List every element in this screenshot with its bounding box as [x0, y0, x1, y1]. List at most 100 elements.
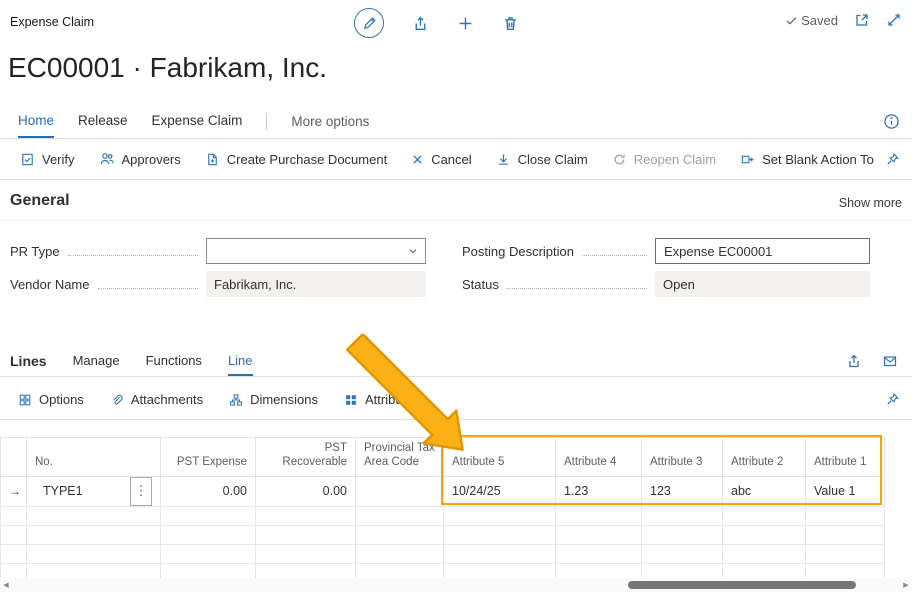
lines-tab-manage[interactable]: Manage	[73, 346, 120, 376]
grid-cell[interactable]: 1.23	[556, 476, 642, 506]
tab-release[interactable]: Release	[78, 105, 128, 138]
share-icon[interactable]	[412, 15, 429, 32]
grid-cell[interactable]	[642, 544, 723, 563]
action-cancel[interactable]: Cancel	[411, 152, 471, 167]
grid-cell[interactable]	[723, 544, 806, 563]
grid-cell[interactable]	[556, 525, 642, 544]
column-header[interactable]: Attribute 4	[556, 438, 642, 477]
lines-tab-functions-label: Functions	[146, 353, 202, 368]
new-document-icon[interactable]	[457, 15, 474, 32]
grid-cell[interactable]	[256, 544, 356, 563]
grid-cell[interactable]: 10/24/25	[444, 476, 556, 506]
column-header[interactable]: Attribute 2	[723, 438, 806, 477]
tab-home[interactable]: Home	[18, 105, 54, 138]
row-more-options-button[interactable]: ⋮	[130, 477, 152, 506]
pin-icon[interactable]	[885, 139, 900, 179]
scroll-right-arrow-icon[interactable]: ▶	[900, 578, 912, 592]
grid-cell[interactable]	[806, 506, 885, 525]
edit-button[interactable]	[354, 8, 384, 38]
grid-cell[interactable]	[356, 525, 444, 544]
open-in-new-window-icon[interactable]	[854, 12, 870, 28]
toolbar-options[interactable]: Options	[18, 392, 84, 407]
action-approvers[interactable]: Approvers	[99, 151, 181, 167]
grid-cell[interactable]	[806, 525, 885, 544]
action-create-purchase-document[interactable]: Create Purchase Document	[205, 152, 387, 167]
grid-cell[interactable]	[723, 525, 806, 544]
grid-cell[interactable]	[444, 506, 556, 525]
grid-cell[interactable]	[27, 506, 161, 525]
dotted-leader	[507, 287, 647, 289]
grid-cell[interactable]	[723, 506, 806, 525]
status-value-box[interactable]: Open	[655, 271, 870, 297]
grid-cell[interactable]	[27, 525, 161, 544]
posting-description-input[interactable]: Expense EC00001	[655, 238, 870, 264]
grid-cell[interactable]	[556, 544, 642, 563]
show-more-link[interactable]: Show more	[839, 196, 902, 210]
page-title: EC00001 · Fabrikam, Inc.	[8, 52, 327, 84]
toolbar-attributes[interactable]: Attributes	[344, 392, 420, 407]
grid-cell[interactable]	[161, 525, 256, 544]
column-header[interactable]: PST Expense	[161, 438, 256, 477]
grid-cell[interactable]	[356, 544, 444, 563]
info-icon[interactable]	[883, 113, 900, 130]
grid-cell[interactable]	[256, 525, 356, 544]
more-options-label: More options	[291, 114, 369, 129]
grid-empty-row[interactable]	[1, 506, 885, 525]
grid-cell[interactable]	[642, 506, 723, 525]
column-header[interactable]: Attribute 3	[642, 438, 723, 477]
top-bar: Expense Claim Saved	[0, 0, 912, 46]
action-create-purchase-document-label: Create Purchase Document	[227, 152, 387, 167]
toolbar-attachments[interactable]: Attachments	[110, 392, 203, 407]
grid-cell[interactable]	[356, 476, 444, 506]
grid-cell[interactable]	[161, 544, 256, 563]
grid-cell[interactable]	[444, 525, 556, 544]
column-header[interactable]: Attribute 5	[444, 438, 556, 477]
pr-type-combobox[interactable]	[206, 238, 426, 264]
check-icon	[785, 14, 798, 27]
grid-cell[interactable]	[444, 544, 556, 563]
vendor-name-value-box[interactable]: Fabrikam, Inc.	[206, 271, 426, 297]
scroll-left-arrow-icon[interactable]: ◀	[0, 578, 12, 592]
horizontal-scrollbar[interactable]: ◀ ▶	[0, 578, 912, 592]
page-caption: Expense Claim	[10, 15, 94, 29]
grid-cell[interactable]	[1, 544, 27, 563]
action-set-blank-action-to[interactable]: Set Blank Action To	[740, 152, 874, 167]
lines-tab-functions[interactable]: Functions	[146, 346, 202, 376]
field-posting-description: Posting Description Expense EC00001	[462, 238, 870, 264]
grid-cell[interactable]	[256, 506, 356, 525]
column-header[interactable]: No.	[27, 438, 161, 477]
expand-icon[interactable]	[886, 12, 902, 28]
column-header[interactable]: PST Recoverable	[256, 438, 356, 477]
grid-cell[interactable]	[1, 506, 27, 525]
grid-cell[interactable]	[27, 544, 161, 563]
grid-cell[interactable]: Value 1	[806, 476, 885, 506]
grid-empty-row[interactable]	[1, 544, 885, 563]
lines-tab-line[interactable]: Line	[228, 346, 253, 376]
dimensions-icon	[229, 393, 243, 407]
grid-cell[interactable]	[161, 506, 256, 525]
email-icon[interactable]	[882, 353, 898, 369]
more-options-button[interactable]: More options	[291, 105, 369, 138]
share-icon[interactable]	[846, 353, 862, 369]
column-header[interactable]: Attribute 1	[806, 438, 885, 477]
grid-cell[interactable]	[642, 525, 723, 544]
grid-cell-no[interactable]: TYPE1 ⋮	[27, 476, 161, 506]
action-close-claim[interactable]: Close Claim	[496, 152, 588, 167]
column-header[interactable]: Provincial Tax Area Code	[356, 438, 444, 477]
grid-empty-row[interactable]	[1, 525, 885, 544]
pin-icon[interactable]	[885, 380, 900, 419]
grid-cell[interactable]	[806, 544, 885, 563]
grid-cell[interactable]	[556, 506, 642, 525]
grid-cell[interactable]: 0.00	[161, 476, 256, 506]
grid-cell[interactable]	[1, 525, 27, 544]
toolbar-dimensions[interactable]: Dimensions	[229, 392, 318, 407]
grid-cell[interactable]	[356, 506, 444, 525]
grid-cell[interactable]: abc	[723, 476, 806, 506]
field-vendor-name: Vendor Name Fabrikam, Inc.	[10, 271, 426, 297]
tab-expense-claim[interactable]: Expense Claim	[152, 105, 243, 138]
scrollbar-thumb[interactable]	[628, 581, 856, 589]
delete-icon[interactable]	[502, 15, 519, 32]
grid-cell[interactable]: 0.00	[256, 476, 356, 506]
grid-cell[interactable]: 123	[642, 476, 723, 506]
action-verify[interactable]: Verify	[20, 152, 75, 167]
